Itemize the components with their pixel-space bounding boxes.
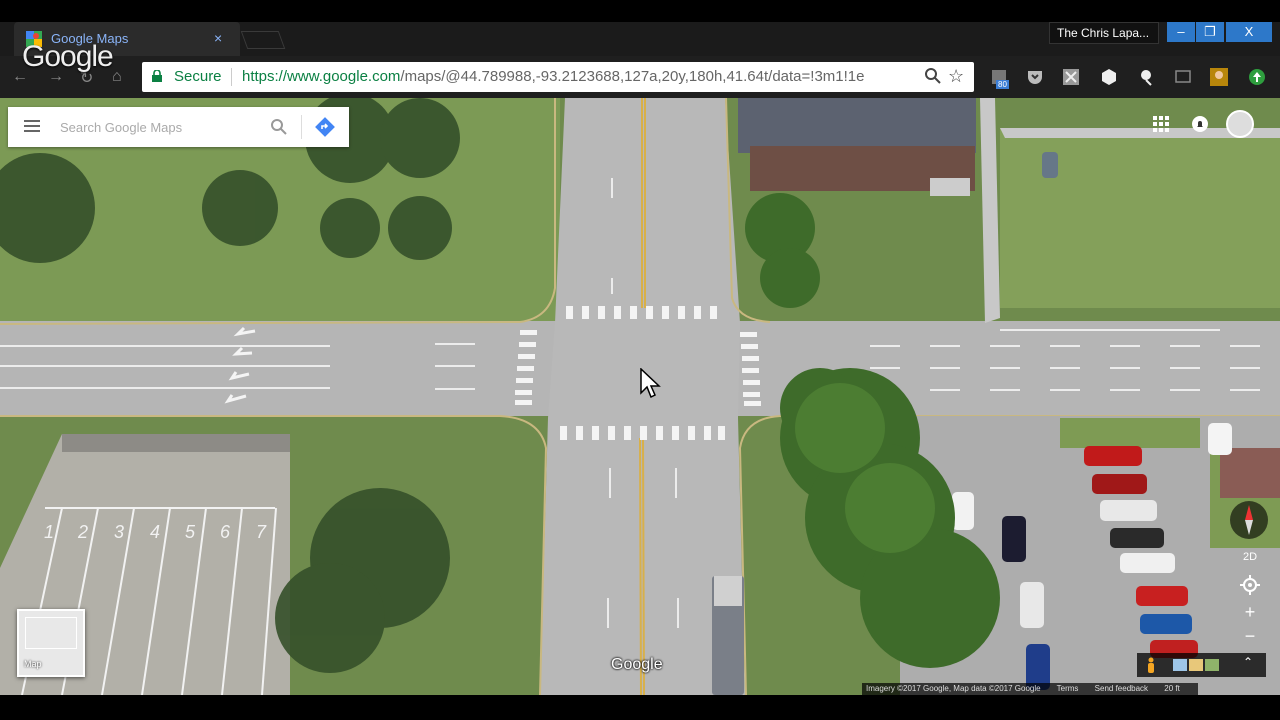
home-icon[interactable]: ⌂: [112, 68, 122, 86]
track-lane-number: 1: [44, 522, 54, 542]
attribution-bar: Imagery ©2017 Google, Map data ©2017 Goo…: [862, 683, 1198, 695]
track-lane-number: 4: [150, 522, 160, 542]
shortcut-extension-icon[interactable]: [1062, 68, 1080, 86]
map-type-switcher[interactable]: Map: [17, 609, 85, 677]
track-lane-number: 3: [114, 522, 124, 542]
extension-badge: 80: [996, 80, 1009, 89]
directions-icon[interactable]: [315, 117, 335, 137]
new-tab-button[interactable]: [240, 31, 286, 49]
imagery-credit: Imagery ©2017 Google, Map data ©2017 Goo…: [866, 684, 1041, 693]
zoom-in-button[interactable]: +: [1238, 601, 1262, 623]
terms-link[interactable]: Terms: [1057, 684, 1079, 693]
expand-chevron-icon[interactable]: ⌃: [1243, 655, 1253, 669]
security-label: Secure: [174, 68, 222, 85]
location-extension-icon[interactable]: [1138, 68, 1156, 86]
browser-toolbar: ← → ↻ ⌂ Secure https://www.google.com/ma…: [0, 56, 1280, 98]
search-input[interactable]: [60, 107, 260, 147]
pocket-icon[interactable]: [1026, 68, 1044, 86]
google-logo-overlay: Google: [22, 40, 114, 73]
profile-name[interactable]: The Chris Lapa...: [1049, 22, 1159, 44]
map-type-label: Map: [24, 659, 42, 669]
search-box: [8, 107, 349, 147]
avatar-extension-icon[interactable]: [1210, 68, 1228, 86]
view-2d-toggle[interactable]: 2D: [1236, 546, 1264, 568]
map-canvas[interactable]: 1 2 3 4 5 6 7 Search Google Maps 2D + − …: [0, 98, 1280, 695]
url-text: https://www.google.com/maps/@44.789988,-…: [242, 68, 918, 85]
zoom-icon[interactable]: [924, 67, 942, 85]
lock-icon: [152, 70, 162, 82]
compass-icon[interactable]: [1229, 500, 1269, 540]
search-divider: [301, 115, 302, 139]
google-apps-icon[interactable]: [1153, 116, 1169, 132]
url-host: www.google.com: [287, 68, 401, 85]
screen: Google Maps × The Chris Lapa... – ❐ X ← …: [0, 0, 1280, 720]
address-bar[interactable]: Secure https://www.google.com/maps/@44.7…: [142, 62, 974, 92]
track-lane-number: 2: [77, 522, 88, 542]
hexagon-extension-icon[interactable]: [1100, 68, 1118, 86]
imagery-controls: ⌃: [1137, 653, 1266, 677]
hamburger-menu-icon[interactable]: [24, 120, 40, 132]
track-lane-number: 6: [220, 522, 231, 542]
pegman-icon[interactable]: [1146, 657, 1156, 673]
window-close-button[interactable]: X: [1226, 22, 1272, 42]
tab-close-icon[interactable]: ×: [214, 30, 222, 46]
minimize-button[interactable]: –: [1167, 22, 1195, 42]
google-logo: Google: [611, 656, 663, 673]
omnibox-divider: [231, 68, 232, 86]
notifications-bell-icon[interactable]: [1192, 116, 1208, 132]
zoom-out-button[interactable]: −: [1238, 625, 1262, 647]
url-scheme: https://: [242, 68, 288, 85]
url-path: /maps/@44.789988,-93.2123688,127a,20y,18…: [400, 68, 865, 85]
track-lane-number: 7: [256, 522, 267, 542]
restore-button[interactable]: ❐: [1196, 22, 1224, 42]
mouse-cursor-icon: [640, 368, 661, 399]
cast-icon[interactable]: [1174, 68, 1192, 86]
update-icon[interactable]: [1248, 68, 1266, 86]
send-feedback-link[interactable]: Send feedback: [1095, 684, 1148, 693]
account-avatar[interactable]: [1226, 110, 1254, 138]
scale-label[interactable]: 20 ft: [1164, 684, 1180, 693]
imagery-thumbnails-icon[interactable]: [1173, 659, 1219, 671]
my-location-icon[interactable]: [1240, 575, 1260, 595]
bookmark-star-icon[interactable]: ☆: [948, 66, 964, 87]
search-icon[interactable]: [270, 118, 288, 136]
map-thumbnail: [25, 617, 77, 649]
track-lane-number: 5: [185, 522, 196, 542]
